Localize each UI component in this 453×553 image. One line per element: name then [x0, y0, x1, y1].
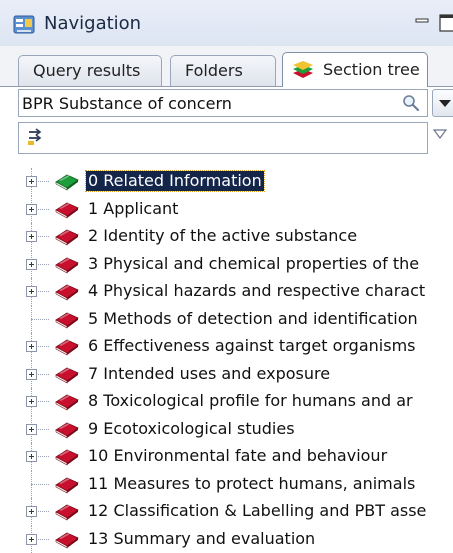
red-book-icon: [55, 229, 79, 246]
tree-item-label: 3 Physical and chemical properties of th…: [88, 253, 420, 273]
filter-options-icon[interactable]: [432, 128, 448, 140]
tree-item[interactable]: 6 Effectiveness against target organisms: [0, 333, 453, 361]
window-title: Navigation: [44, 13, 142, 34]
minimize-icon[interactable]: [415, 14, 429, 28]
red-book-icon: [55, 449, 79, 466]
red-book-icon: [55, 202, 79, 219]
expand-toggle-icon[interactable]: [26, 286, 37, 297]
tree-item[interactable]: 5 Methods of detection and identificatio…: [0, 305, 453, 333]
tree-item[interactable]: 9 Ecotoxicological studies: [0, 415, 453, 443]
filter-icon: [28, 128, 42, 145]
expand-toggle-icon[interactable]: [26, 451, 37, 462]
tab-label: Query results: [33, 61, 141, 80]
chevron-down-icon: [439, 100, 451, 107]
section-tree-icon: [293, 61, 313, 78]
tree-item[interactable]: 7 Intended uses and exposure: [0, 360, 453, 388]
expand-toggle-icon[interactable]: [26, 258, 37, 270]
search-input[interactable]: BPR Substance of concern: [18, 89, 428, 117]
tree-item-label: 11 Measures to protect humans, animals: [88, 473, 416, 493]
red-book-icon: [55, 284, 79, 301]
expand-toggle-icon[interactable]: [26, 203, 37, 215]
expand-toggle-icon[interactable]: [26, 176, 37, 187]
tab-label: Section tree: [323, 60, 420, 79]
tree-connector-line: [31, 318, 49, 320]
green-book-icon: [55, 174, 79, 191]
expand-toggle-icon[interactable]: [26, 368, 37, 380]
tree-item-label: 5 Methods of detection and identificatio…: [88, 308, 418, 328]
expand-toggle-icon[interactable]: [26, 231, 37, 242]
tab-query-results[interactable]: Query results: [18, 55, 162, 86]
tree-item-label: 9 Ecotoxicological studies: [88, 418, 295, 438]
search-dropdown-button[interactable]: [432, 89, 453, 117]
tree-item[interactable]: 4 Physical hazards and respective charac…: [0, 278, 453, 306]
red-book-icon: [55, 339, 79, 356]
search-value: BPR Substance of concern: [22, 94, 232, 113]
red-book-icon: [55, 394, 79, 411]
red-book-icon: [55, 367, 79, 384]
tab-folders[interactable]: Folders: [170, 55, 276, 86]
navigation-panel: Navigation Query results Folders Section…: [0, 0, 453, 553]
tab-section-tree[interactable]: Section tree: [282, 52, 428, 87]
expand-toggle-icon[interactable]: [26, 506, 37, 517]
expand-toggle-icon[interactable]: [26, 423, 37, 435]
filter-input[interactable]: [18, 122, 428, 154]
tree-item-label: 4 Physical hazards and respective charac…: [88, 281, 426, 300]
maximize-icon[interactable]: [439, 14, 453, 32]
red-book-icon: [55, 312, 79, 329]
tree-item[interactable]: 1 Applicant: [0, 195, 453, 223]
tree-item[interactable]: 8 Toxicological profile for humans and a…: [0, 388, 453, 416]
tree-connector-line: [31, 483, 49, 485]
section-tree: 0 Related Information 1 Applicant 2 Identi…: [0, 168, 453, 553]
red-book-icon: [55, 422, 79, 439]
tree-item[interactable]: 2 Identity of the active substance: [0, 223, 453, 251]
tree-item[interactable]: 12 Classification & Labelling and PBT as…: [0, 498, 453, 526]
tree-item[interactable]: 11 Measures to protect humans, animals: [0, 470, 453, 498]
tree-item[interactable]: 10 Environmental fate and behaviour: [0, 443, 453, 471]
expand-toggle-icon[interactable]: [26, 533, 37, 545]
tree-item[interactable]: 13 Summary and evaluation: [0, 525, 453, 553]
tree-item[interactable]: 0 Related Information: [0, 168, 453, 196]
red-book-icon: [55, 532, 79, 549]
tree-item-label: 7 Intended uses and exposure: [88, 363, 331, 383]
tree-item-label: 8 Toxicological profile for humans and a…: [88, 391, 413, 410]
expand-toggle-icon[interactable]: [26, 341, 37, 352]
tree-item-label: 6 Effectiveness against target organisms: [88, 336, 416, 355]
red-book-icon: [55, 504, 79, 521]
expand-toggle-icon[interactable]: [26, 396, 37, 407]
title-bar: Navigation: [0, 0, 453, 47]
red-book-icon: [55, 477, 79, 494]
tree-item-label: 10 Environmental fate and behaviour: [88, 446, 388, 465]
tree-item-label: 2 Identity of the active substance: [88, 226, 358, 245]
tree-item-label: 12 Classification & Labelling and PBT as…: [88, 501, 427, 520]
magnifier-icon[interactable]: [402, 94, 420, 112]
tree-item[interactable]: 3 Physical and chemical properties of th…: [0, 250, 453, 278]
red-book-icon: [55, 257, 79, 274]
navigation-icon: [13, 15, 35, 34]
tree-item-label: 1 Applicant: [88, 198, 179, 218]
tab-bar: Query results Folders Section tree: [0, 46, 453, 87]
tree-item-label: 0 Related Information: [85, 170, 265, 192]
tree-item-label: 13 Summary and evaluation: [88, 528, 316, 548]
tab-label: Folders: [185, 61, 243, 80]
